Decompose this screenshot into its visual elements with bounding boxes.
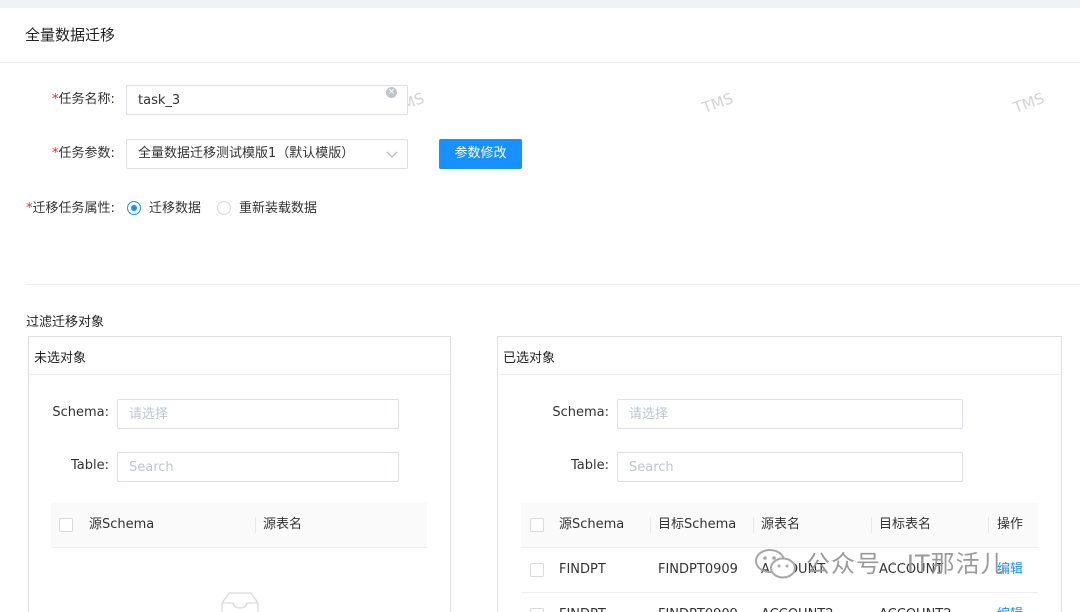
- column-header: 操作: [997, 517, 1024, 532]
- column-header[interactable]: 目标表名: [879, 503, 931, 547]
- radio-reload-data-label[interactable]: 重新装载数据: [239, 193, 317, 225]
- page-title: 全量数据迁移: [25, 26, 116, 44]
- cell-dst-table: ACCOUNT2: [879, 593, 952, 612]
- panel-title: 已选对象: [503, 351, 556, 366]
- column-separator: [753, 517, 754, 533]
- column-separator: [255, 517, 256, 533]
- cell-src-table: ACCOUNT2: [761, 593, 834, 612]
- page: 全量数据迁移 TMS TMS TMS TMS TMS TMS TMS *任务名称…: [0, 8, 1080, 612]
- task-name-row: *任务名称: ×: [0, 84, 1080, 116]
- table-row: FINDPT FINDPT0909 ACCOUNT2 ACCOUNT2 编辑: [521, 593, 1038, 612]
- table-label: Table:: [71, 458, 109, 473]
- unselected-objects-panel: 未选对象 Schema: Table: 源Schema 源表名: [28, 336, 451, 612]
- cell-src-schema: FINDPT: [559, 562, 606, 577]
- schema-select[interactable]: [617, 399, 963, 429]
- panel-title: 未选对象: [34, 351, 87, 366]
- schema-label: Schema:: [552, 405, 609, 420]
- column-separator: [650, 517, 651, 533]
- filter-section-title: 过滤迁移对象: [26, 315, 105, 330]
- column-header[interactable]: 源表名: [263, 503, 302, 547]
- empty-box-icon: [221, 592, 259, 612]
- modify-params-button[interactable]: 参数修改: [439, 139, 522, 169]
- migration-attr-radio-group: 迁移数据 重新装载数据: [126, 193, 426, 225]
- task-params-select[interactable]: 全量数据迁移测试模版1（默认模版）: [126, 139, 408, 169]
- schema-select[interactable]: [117, 399, 399, 429]
- radio-migrate-data[interactable]: [127, 201, 141, 215]
- panel-header: 未选对象: [29, 337, 450, 375]
- select-all-checkbox[interactable]: [59, 518, 73, 532]
- table-search-input[interactable]: [617, 452, 963, 482]
- column-header[interactable]: 源Schema: [559, 503, 624, 547]
- task-name-input[interactable]: [126, 85, 408, 115]
- task-name-label: *任务名称:: [52, 92, 115, 107]
- cell-dst-schema: FINDPT0909: [658, 593, 738, 612]
- column-header[interactable]: 源表名: [761, 503, 800, 547]
- clear-icon[interactable]: ×: [386, 87, 397, 98]
- table-header: 源Schema 目标Schema 源表名 目标表名 操作: [521, 503, 1038, 548]
- cell-src-schema: FINDPT: [559, 593, 606, 612]
- table-search-input[interactable]: [117, 452, 399, 482]
- task-params-label: *任务参数:: [52, 146, 115, 161]
- column-header[interactable]: 源Schema: [89, 503, 154, 547]
- radio-reload-data[interactable]: [217, 201, 231, 215]
- divider: [26, 284, 1080, 285]
- radio-migrate-data-label[interactable]: 迁移数据: [149, 193, 201, 225]
- table-header: 源Schema 源表名: [51, 503, 427, 548]
- table-label: Table:: [571, 458, 609, 473]
- chevron-down-icon: [386, 151, 398, 158]
- migration-attr-label: *迁移任务属性:: [26, 201, 115, 216]
- page-header: 全量数据迁移: [0, 8, 1080, 63]
- wechat-account-name: 公众号 · IT那活儿: [806, 550, 1006, 578]
- column-header[interactable]: 目标Schema: [658, 503, 736, 547]
- column-separator: [871, 517, 872, 533]
- schema-label: Schema:: [52, 405, 109, 420]
- edit-link[interactable]: 编辑: [997, 593, 1023, 612]
- select-all-checkbox[interactable]: [530, 518, 544, 532]
- task-params-row: *任务参数: 全量数据迁移测试模版1（默认模版） 参数修改: [0, 138, 1080, 170]
- column-separator: [988, 517, 989, 533]
- panel-header: 已选对象: [498, 337, 1061, 375]
- row-checkbox[interactable]: [530, 608, 544, 612]
- wechat-icon: [755, 549, 796, 579]
- migration-attr-row: *迁移任务属性: 迁移数据 重新装载数据: [0, 193, 1080, 225]
- row-checkbox[interactable]: [530, 563, 544, 577]
- cell-dst-schema: FINDPT0909: [658, 562, 738, 577]
